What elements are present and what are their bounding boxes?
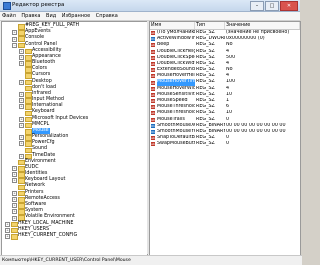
value-type: REG_SZ xyxy=(196,141,215,147)
registry-editor-window: Редактор реестра – □ ✕ Файл Правка Вид И… xyxy=(0,0,302,265)
string-value-icon: ab xyxy=(151,49,155,54)
string-value-icon: ab xyxy=(151,136,155,141)
folder-icon xyxy=(11,233,18,240)
column-header-value[interactable]: Значение xyxy=(225,22,300,29)
string-value-icon: ab xyxy=(151,68,155,73)
regedit-app-icon xyxy=(3,2,11,10)
column-header-name[interactable]: Имя xyxy=(150,22,195,29)
string-value-icon: ab xyxy=(151,111,155,116)
window-controls: – □ ✕ xyxy=(249,1,298,11)
title-bar[interactable]: Редактор реестра – □ ✕ xyxy=(0,0,300,12)
menu-file[interactable]: Файл xyxy=(0,12,18,20)
menu-edit[interactable]: Правка xyxy=(19,12,42,20)
tree-item[interactable]: + HKEY_CURRENT_CONFIG xyxy=(2,232,147,240)
string-value-icon: ab xyxy=(151,99,155,104)
string-value-icon: ab xyxy=(151,117,155,122)
column-header-type[interactable]: Тип xyxy=(195,22,225,29)
minimize-button[interactable]: – xyxy=(250,1,264,11)
menu-view[interactable]: Вид xyxy=(44,12,58,20)
string-value-icon: ab xyxy=(151,61,155,66)
close-button[interactable]: ✕ xyxy=(280,1,298,11)
window-title: Редактор реестра xyxy=(12,2,65,8)
binary-value-icon: 01 xyxy=(151,37,155,42)
value-row[interactable]: abSwapMouseButtonsREG_SZ 0 xyxy=(150,141,300,147)
string-value-icon: ab xyxy=(151,86,155,91)
string-value-icon: ab xyxy=(151,80,155,85)
value-data: 0 xyxy=(226,141,230,147)
tree-item-label: HKEY_CURRENT_CONFIG xyxy=(18,232,78,238)
string-value-icon: ab xyxy=(151,31,155,36)
binary-value-icon: 01 xyxy=(151,129,155,134)
menu-bar: Файл Правка Вид Избранное Справка xyxy=(0,12,300,21)
expand-icon[interactable]: + xyxy=(5,234,10,240)
value-name: SwapMouseButtons xyxy=(157,141,195,147)
string-value-icon: ab xyxy=(151,105,155,110)
string-value-icon: ab xyxy=(151,55,155,60)
maximize-button[interactable]: □ xyxy=(265,1,279,11)
binary-value-icon: 01 xyxy=(151,123,155,128)
string-value-icon: ab xyxy=(151,74,155,79)
string-value-icon: ab xyxy=(151,43,155,48)
string-value-icon: ab xyxy=(151,142,155,147)
registry-values-list[interactable]: Имя Тип Значение ab (По умолчанию) REG_SZ(… xyxy=(149,21,301,256)
values-list-header: Имя Тип Значение xyxy=(150,22,300,30)
string-value-icon: ab xyxy=(151,92,155,97)
registry-key-tree[interactable]: #REG_KEY_FULL_PATH + AppEvents + Console − Con… xyxy=(1,21,148,257)
menu-help[interactable]: Справка xyxy=(94,12,120,20)
menu-favorites[interactable]: Избранное xyxy=(60,12,92,20)
